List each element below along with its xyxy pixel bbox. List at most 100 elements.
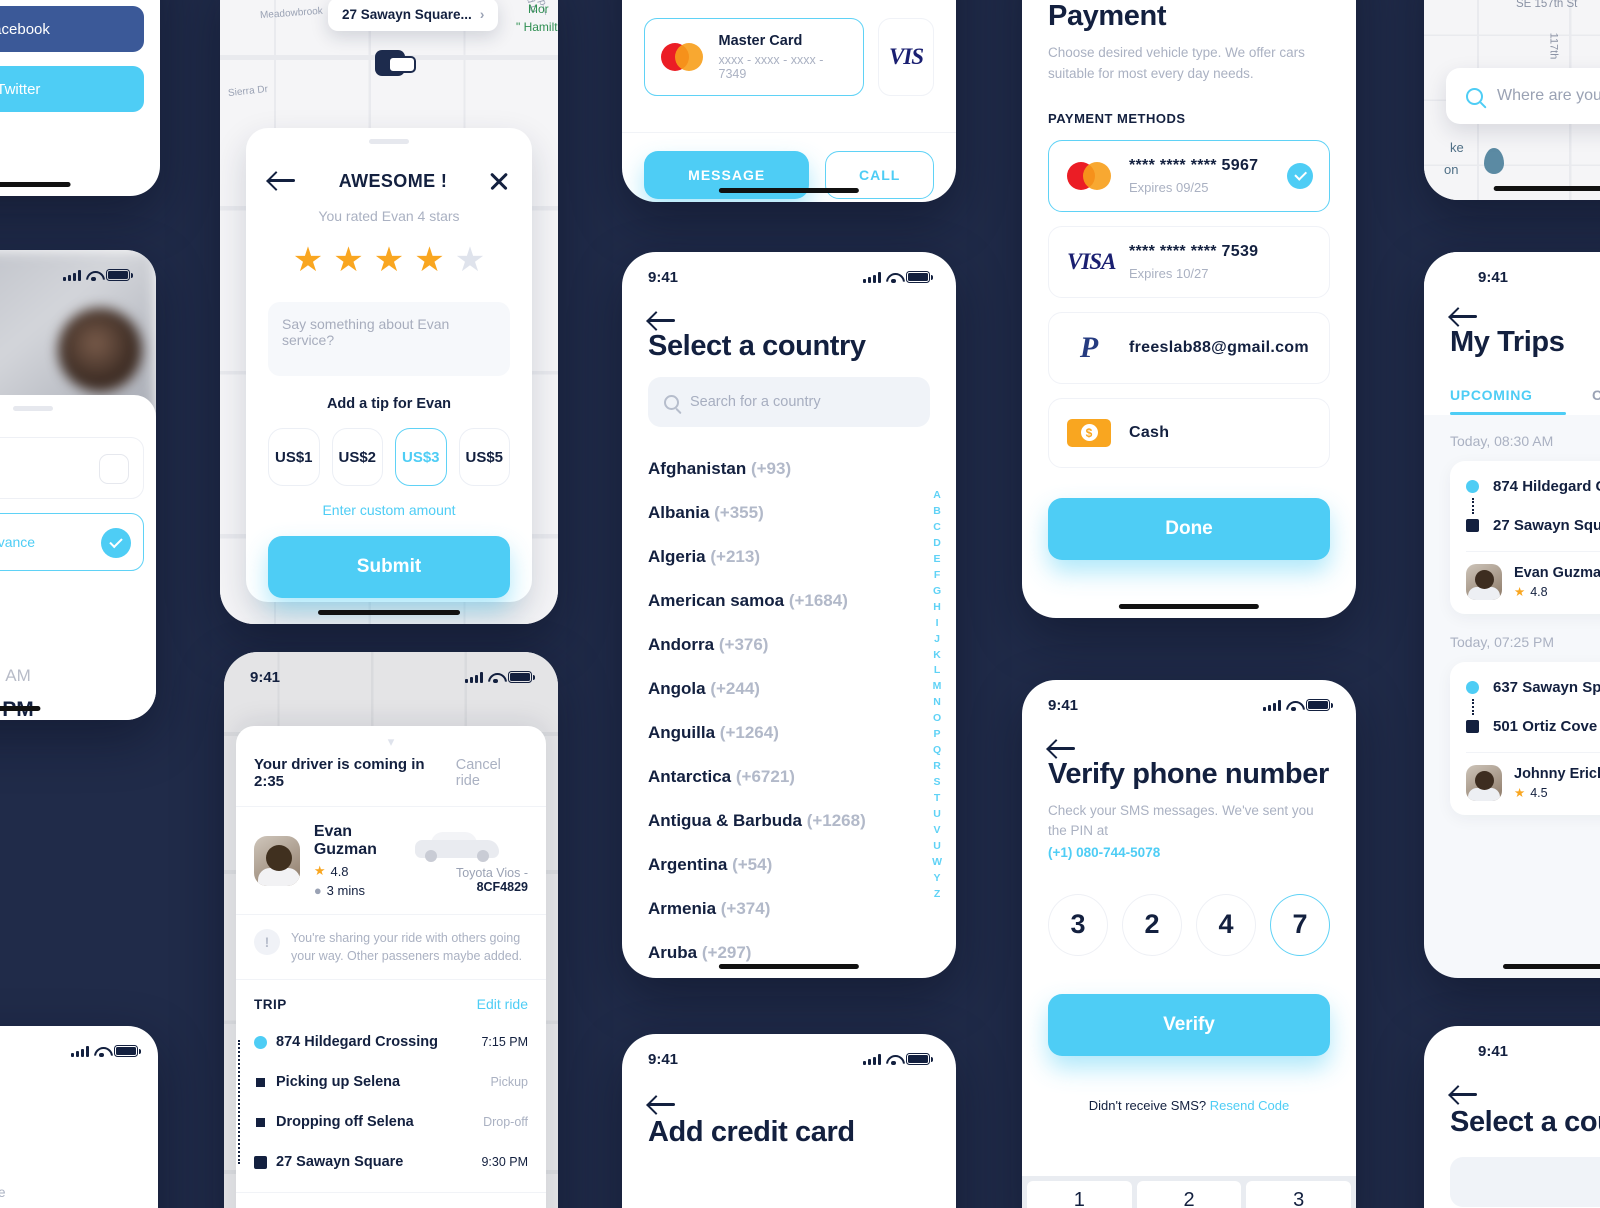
search-input[interactable] — [1450, 1157, 1600, 1207]
alpha-letter[interactable]: F — [934, 568, 940, 584]
alpha-letter[interactable]: W — [932, 855, 942, 871]
payment-method-paypal[interactable]: P freeslab88@gmail.com — [1048, 311, 1330, 384]
mastercard-option[interactable]: Master Card xxxx - xxxx - xxxx - 7349 — [644, 18, 864, 96]
alpha-letter[interactable]: L — [934, 663, 940, 679]
verify-button[interactable]: Verify — [1048, 993, 1330, 1056]
facebook-login-button[interactable]: Facebook — [0, 6, 144, 52]
facebook-label: Facebook — [0, 20, 50, 38]
alpha-letter[interactable]: G — [933, 584, 941, 600]
search-input[interactable]: Where are you — [1446, 68, 1600, 124]
submit-button[interactable]: Submit — [268, 536, 510, 598]
list-item[interactable]: Albania (+355) — [648, 491, 930, 535]
meridiem-option[interactable]: AM — [0, 659, 64, 693]
alpha-letter[interactable]: O — [933, 711, 941, 727]
star-icon[interactable]: ★ — [293, 240, 323, 280]
advance-option[interactable]: utes in advance — [0, 513, 144, 571]
payment-method-visa[interactable]: VISA **** **** **** 7539 Expires 10/27 — [1048, 225, 1330, 298]
sheet-collapse-handle[interactable]: ▾ — [236, 726, 546, 750]
pin-digit[interactable]: 4 — [1196, 893, 1256, 956]
alpha-letter[interactable]: N — [933, 695, 941, 711]
pin-digit[interactable]: 2 — [1122, 893, 1182, 956]
tip-options[interactable]: US$1 US$2 US$3 US$5 — [268, 428, 510, 486]
time-picker[interactable]: 00 05 10 15 20 25 30 AM PM — [0, 591, 156, 720]
alpha-letter[interactable]: J — [934, 632, 940, 648]
visa-option[interactable]: VIS — [878, 18, 934, 96]
driver-eta: 3 mins — [326, 883, 365, 898]
twitter-login-button[interactable]: h Twitter — [0, 66, 144, 112]
search-icon — [664, 394, 679, 410]
alpha-letter[interactable]: D — [933, 536, 941, 552]
alpha-letter[interactable]: T — [934, 791, 940, 807]
list-item[interactable]: Antigua & Barbuda (+1268) — [648, 799, 930, 843]
key-1[interactable]: 1 — [1027, 1181, 1132, 1208]
alpha-letter[interactable]: Z — [934, 887, 940, 903]
country-list[interactable]: Afghanistan (+93) Albania (+355) Algeria… — [648, 447, 930, 975]
close-icon[interactable] — [488, 170, 510, 192]
tip-option-selected[interactable]: US$3 — [395, 428, 447, 486]
alpha-letter[interactable]: M — [933, 679, 942, 695]
key-3[interactable]: 3DEF — [1246, 1181, 1352, 1208]
list-item[interactable]: Armenia (+374) — [648, 887, 930, 931]
tip-option[interactable]: US$1 — [268, 428, 320, 486]
alpha-letter[interactable]: P — [934, 727, 941, 743]
star-icon[interactable]: ★ — [333, 240, 363, 280]
star-icon[interactable]: ★ — [455, 240, 485, 280]
payment-method-mastercard[interactable]: **** **** **** 5967 Expires 09/25 — [1048, 139, 1330, 212]
alpha-letter[interactable]: A — [933, 488, 941, 504]
tip-option[interactable]: US$5 — [458, 428, 510, 486]
trip-stop[interactable]: Picking up Selena Pickup — [256, 1062, 528, 1102]
sheet-grabber[interactable] — [13, 406, 53, 411]
alpha-letter[interactable]: C — [933, 520, 941, 536]
list-item[interactable]: Andorra (+376) — [648, 623, 930, 667]
alpha-letter[interactable]: S — [934, 775, 941, 791]
alpha-letter[interactable]: V — [934, 823, 941, 839]
star-icon[interactable]: ★ — [414, 240, 444, 280]
star-icon[interactable]: ★ — [374, 240, 404, 280]
meridiem-column[interactable]: AM PM — [0, 591, 64, 720]
pin-inputs[interactable]: 3 2 4 7 — [1048, 893, 1330, 956]
destination-icon — [1466, 519, 1479, 532]
search-input[interactable]: Search for a country — [648, 377, 930, 427]
pin-digit-active[interactable]: 7 — [1270, 893, 1330, 956]
key-2[interactable]: 2ABC — [1136, 1181, 1242, 1208]
alpha-letter[interactable]: I — [936, 616, 939, 632]
list-item[interactable]: Algeria (+213) — [648, 535, 930, 579]
back-arrow-icon[interactable] — [268, 170, 298, 192]
alpha-letter[interactable]: Y — [934, 871, 941, 887]
alpha-letter[interactable]: E — [934, 552, 941, 568]
alpha-letter[interactable]: Q — [933, 743, 941, 759]
trip-stop[interactable]: 27 Sawayn Square 9:30 PM — [254, 1142, 528, 1182]
custom-amount-link[interactable]: Enter custom amount — [268, 502, 510, 518]
trip-card[interactable]: 637 Sawayn Spr 501 Ortiz Cove S Johnny E… — [1450, 662, 1600, 815]
trip-stop[interactable]: Dropping off Selena Drop-off — [256, 1102, 528, 1142]
cancel-ride-button[interactable]: Cancel ride — [456, 757, 528, 789]
date-field[interactable] — [0, 437, 144, 499]
trip-stop[interactable]: 874 Hildegard Crossing 7:15 PM — [254, 1022, 528, 1062]
numeric-keypad[interactable]: 1 2ABC 3DEF — [1022, 1176, 1356, 1208]
alpha-letter[interactable]: U — [933, 807, 941, 823]
edit-ride-button[interactable]: Edit ride — [477, 996, 528, 1012]
done-button[interactable]: Done — [1048, 498, 1330, 560]
list-item[interactable]: Anguilla (+1264) — [648, 711, 930, 755]
list-item[interactable]: Argentina (+54) — [648, 843, 930, 887]
list-item[interactable]: Afghanistan (+93) — [648, 447, 930, 491]
alpha-letter[interactable]: B — [933, 504, 941, 520]
tab-completed[interactable]: CO — [1566, 373, 1600, 415]
tab-upcoming[interactable]: UPCOMING — [1450, 373, 1566, 416]
alpha-letter[interactable]: U — [933, 839, 941, 855]
destination-pill[interactable]: 27 Sawayn Square... › — [328, 0, 499, 31]
list-item[interactable]: American samoa (+1684) — [648, 579, 930, 623]
alpha-letter[interactable]: K — [933, 648, 941, 664]
alphabet-index[interactable]: A B C D E F G H I J K L M N O P Q R S T … — [932, 488, 942, 903]
pin-digit[interactable]: 3 — [1048, 893, 1108, 956]
alpha-letter[interactable]: R — [933, 759, 941, 775]
comment-input[interactable]: Say something about Evan service? — [268, 302, 510, 376]
list-item[interactable]: Antarctica (+6721) — [648, 755, 930, 799]
trip-card[interactable]: 874 Hildegard C 27 Sawayn Squa Evan Guzm… — [1450, 461, 1600, 614]
resend-code-link[interactable]: Resend Code — [1210, 1098, 1290, 1113]
tip-option[interactable]: US$2 — [331, 428, 383, 486]
payment-method-cash[interactable]: $ Cash — [1048, 397, 1330, 468]
list-item[interactable]: Angola (+244) — [648, 667, 930, 711]
star-rating[interactable]: ★ ★ ★ ★ ★ — [268, 240, 510, 280]
alpha-letter[interactable]: H — [933, 600, 941, 616]
